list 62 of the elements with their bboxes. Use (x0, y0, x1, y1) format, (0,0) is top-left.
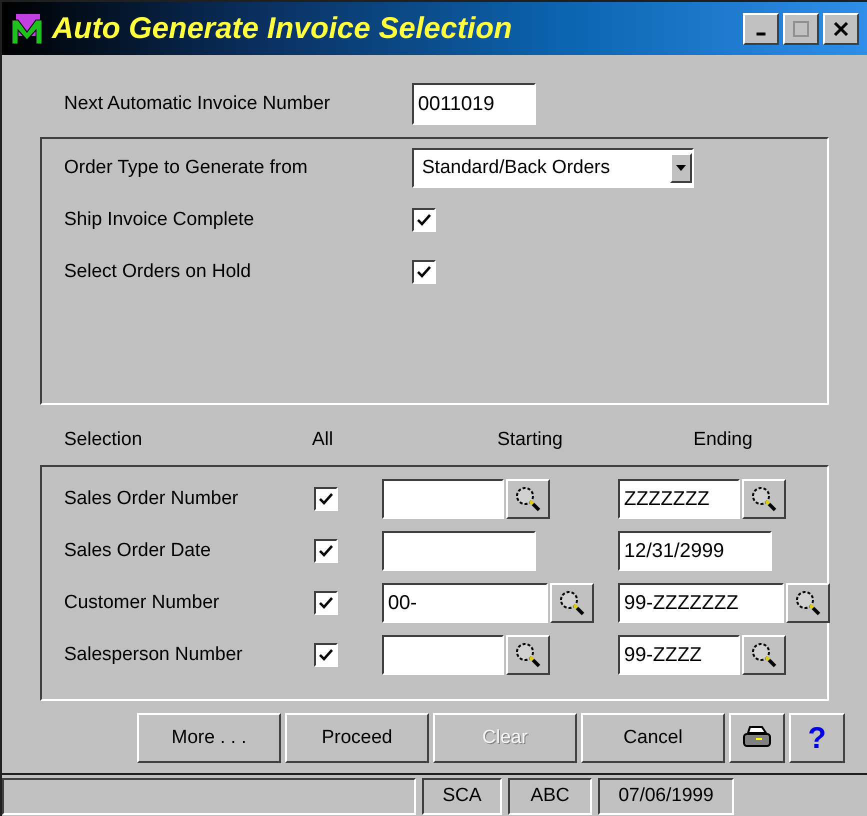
dropdown[interactable]: Standard/Back Orders (412, 148, 694, 188)
input-field[interactable]: 99-ZZZZZZZ (618, 583, 784, 623)
input-field[interactable]: ZZZZZZZ (618, 479, 740, 519)
lookup-button[interactable] (786, 583, 830, 623)
row-label: Sales Order Date (64, 538, 212, 563)
row-label: Customer Number (64, 590, 220, 615)
column-header: Starting (496, 428, 564, 452)
magnifier-icon (751, 642, 777, 668)
lookup-button[interactable] (506, 479, 550, 519)
print-button[interactable] (729, 713, 785, 763)
column-header: Selection (64, 428, 144, 452)
check-icon (416, 265, 432, 279)
status-text: SCA (422, 778, 502, 815)
row-label: Salesperson Number (64, 642, 244, 667)
check-icon (318, 492, 334, 506)
app-logo-icon (10, 12, 44, 46)
magnifier-icon (515, 486, 541, 512)
help-button[interactable]: ? (789, 713, 845, 763)
action-button[interactable]: More . . . (137, 713, 281, 763)
input-field[interactable] (382, 531, 536, 571)
field-label: Ship Invoice Complete (64, 208, 256, 232)
checkbox[interactable] (412, 260, 436, 284)
window-title: Auto Generate Invoice Selection (52, 11, 512, 47)
action-button[interactable]: Proceed (285, 713, 429, 763)
checkbox[interactable] (314, 539, 338, 563)
input-field[interactable]: 0011019 (412, 83, 536, 125)
status-text: ABC (508, 778, 592, 815)
checkbox[interactable] (314, 591, 338, 615)
minimize-icon (756, 32, 766, 36)
minimize-button[interactable] (743, 12, 779, 44)
checkbox[interactable] (412, 208, 436, 232)
field-label: Select Orders on Hold (64, 260, 252, 284)
input-field[interactable] (382, 635, 504, 675)
check-icon (318, 648, 334, 662)
close-button[interactable] (823, 12, 859, 44)
input-field[interactable]: 00- (382, 583, 548, 623)
check-icon (318, 544, 334, 558)
lookup-button[interactable] (550, 583, 594, 623)
checkbox[interactable] (314, 487, 338, 511)
magnifier-icon (751, 486, 777, 512)
magnifier-icon (795, 590, 821, 616)
close-icon (832, 20, 850, 38)
check-icon (318, 596, 334, 610)
lookup-button[interactable] (742, 479, 786, 519)
checkbox[interactable] (314, 643, 338, 667)
column-header: All (312, 428, 334, 452)
check-icon (416, 213, 432, 227)
maximize-icon (792, 20, 810, 38)
action-button[interactable]: Cancel (581, 713, 725, 763)
input-field[interactable]: 12/31/2999 (618, 531, 772, 571)
field-label: Order Type to Generate from (64, 156, 309, 180)
column-header: Ending (692, 428, 754, 452)
magnifier-icon (559, 590, 585, 616)
magnifier-icon (515, 642, 541, 668)
input-field[interactable]: 99-ZZZZ (618, 635, 740, 675)
lookup-button[interactable] (742, 635, 786, 675)
row-label: Sales Order Number (64, 486, 240, 511)
maximize-button[interactable] (783, 12, 819, 44)
lookup-button[interactable] (506, 635, 550, 675)
field-label: Next Automatic Invoice Number (64, 92, 332, 116)
input-field[interactable] (382, 479, 504, 519)
status-text: 07/06/1999 (598, 778, 734, 815)
